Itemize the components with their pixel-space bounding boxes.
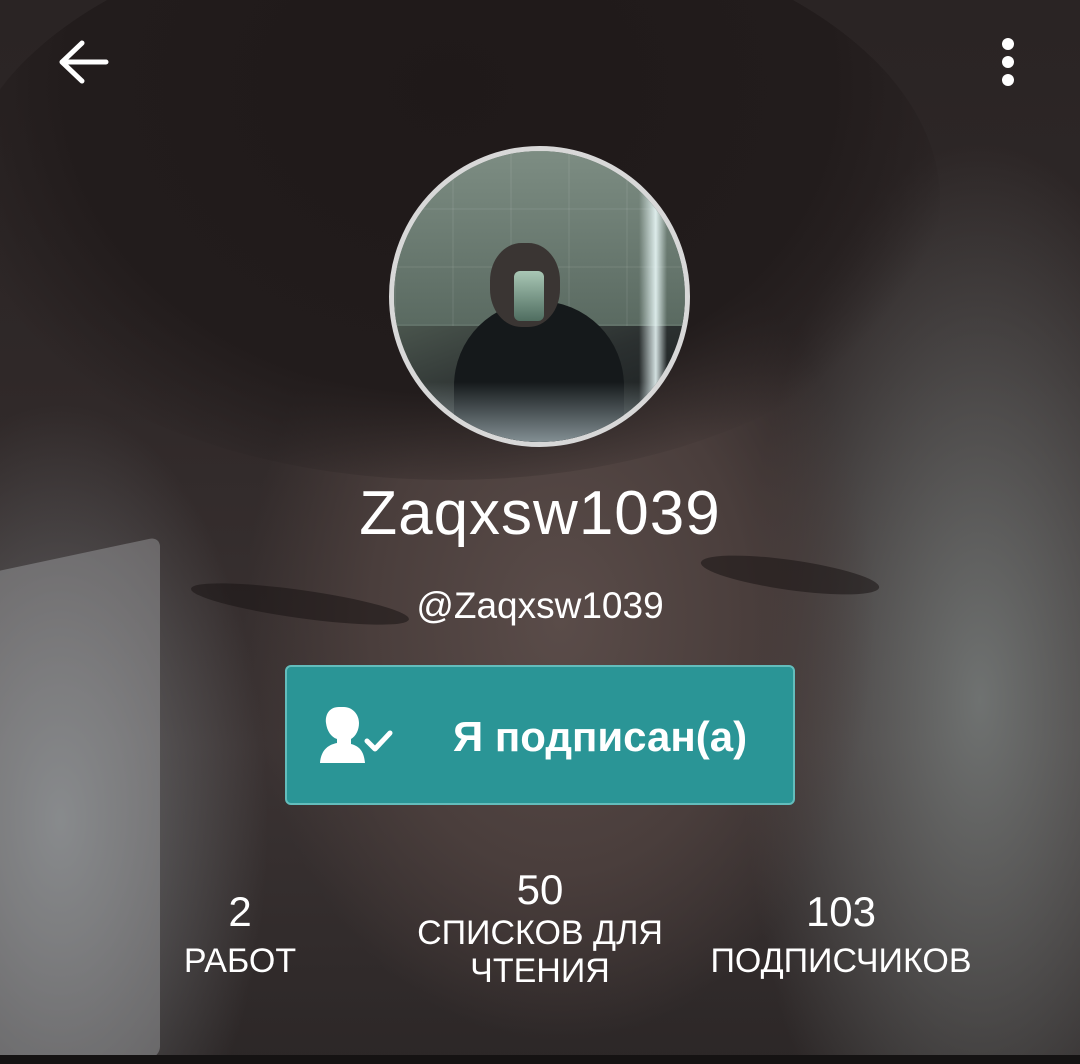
avatar[interactable] xyxy=(389,146,690,447)
stat-followers-count: 103 xyxy=(805,888,877,935)
stat-works[interactable]: 2 РАБОТ xyxy=(150,888,330,980)
stat-followers[interactable]: 103 ПОДПИСЧИКОВ xyxy=(690,888,992,980)
stat-followers-label: ПОДПИСЧИКОВ xyxy=(710,942,972,980)
display-name: Zaqxsw1039 xyxy=(359,479,721,548)
more-options-button[interactable] xyxy=(980,30,1036,94)
stat-works-label: РАБОТ xyxy=(183,942,297,980)
stat-reading-lists-label: СПИСКОВ ДЛЯ ЧТЕНИЯ xyxy=(417,914,663,990)
back-button[interactable] xyxy=(52,30,116,94)
more-vert-icon xyxy=(1002,38,1014,86)
username: @Zaqxsw1039 xyxy=(416,585,664,626)
following-button-label: Я подписан(а) xyxy=(453,713,748,760)
user-check-icon xyxy=(320,707,393,763)
arrow-left-icon xyxy=(59,40,109,84)
stat-reading-lists-count: 50 xyxy=(516,866,564,913)
stat-works-count: 2 xyxy=(228,888,252,935)
following-button[interactable]: Я подписан(а) xyxy=(285,665,795,805)
stat-reading-lists[interactable]: 50 СПИСКОВ ДЛЯ ЧТЕНИЯ xyxy=(400,866,680,990)
